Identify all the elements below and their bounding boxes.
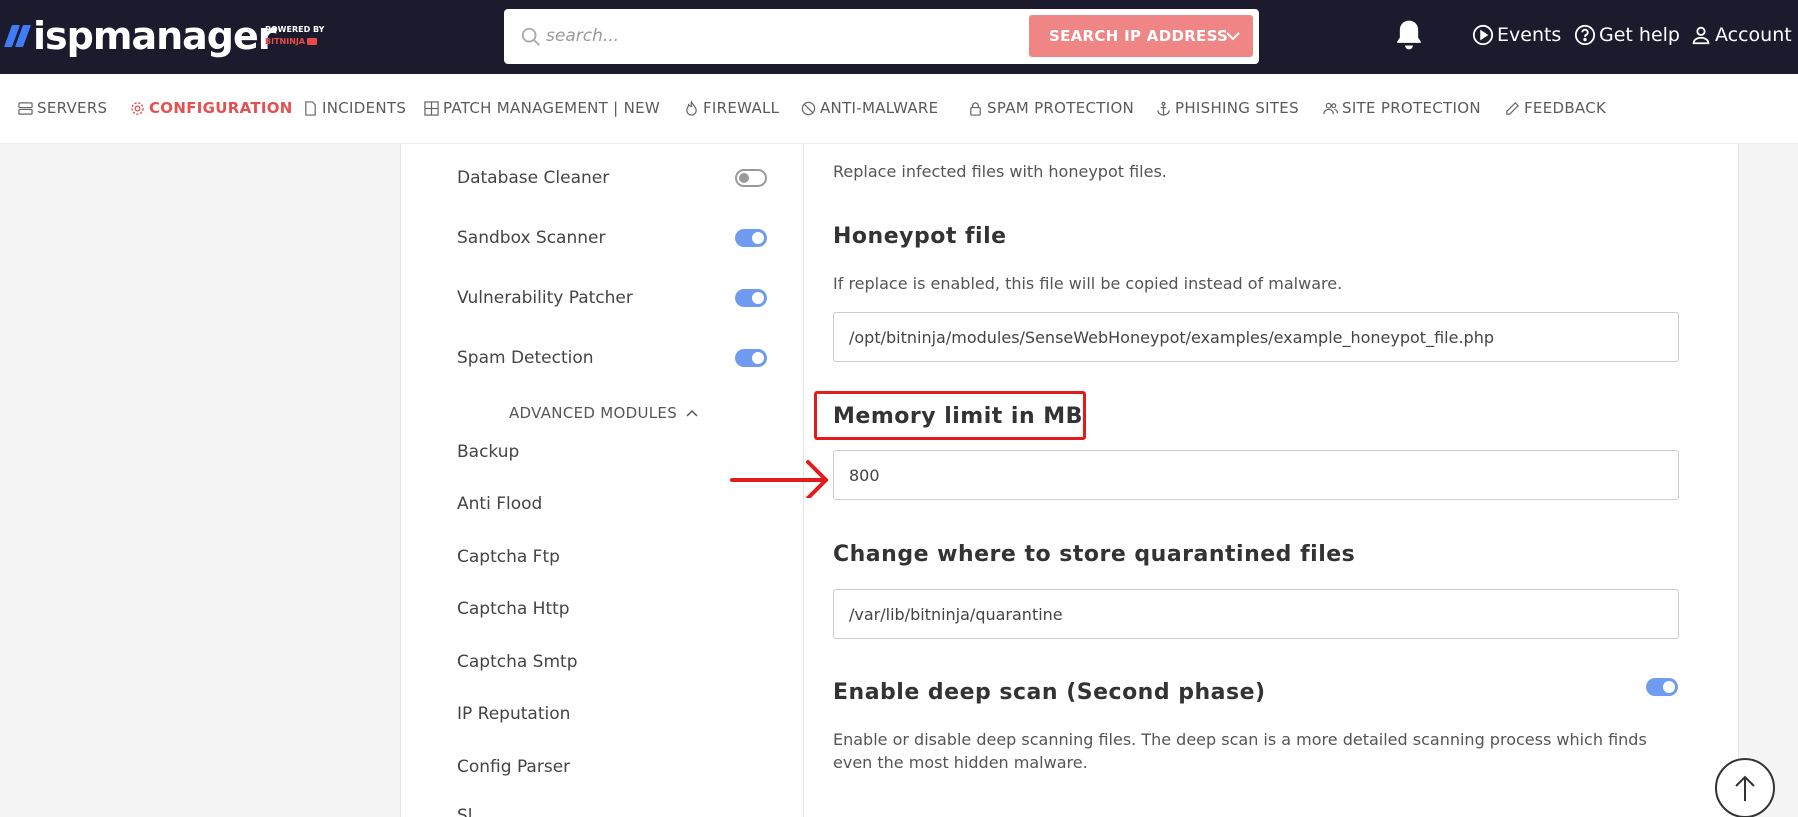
get-help-link[interactable]: Get help [1574, 22, 1680, 48]
deep-scan-description: Enable or disable deep scanning files. T… [833, 730, 1647, 772]
nav-configuration[interactable]: CONFIGURATION [130, 97, 293, 119]
advanced-item-anti-flood[interactable]: Anti Flood [457, 494, 542, 514]
lock-icon [970, 101, 981, 116]
nav-firewall[interactable]: FIREWALL [684, 97, 779, 119]
users-icon [1323, 102, 1338, 114]
nav-feedback-label: FEEDBACK [1524, 99, 1607, 117]
play-circle-icon [1472, 24, 1494, 46]
nav-anti-malware[interactable]: ANTI-MALWARE [801, 97, 938, 119]
account-label: Account [1715, 24, 1792, 46]
search-ip-button-label: SEARCH IP ADDRESS [1049, 27, 1229, 45]
search-bar: SEARCH IP ADDRESS [504, 9, 1259, 64]
account-link[interactable]: Account [1690, 22, 1792, 48]
nav-site-protection-label: SITE PROTECTION [1342, 99, 1481, 117]
module-spam-detection: Spam Detection [457, 343, 767, 373]
sandbox-scanner-toggle[interactable] [735, 229, 767, 247]
main-nav: SERVERS CONFIGURATION INCIDENTS PATCH MA… [0, 74, 1798, 144]
nav-patch-management[interactable]: PATCH MANAGEMENT | NEW [424, 97, 660, 119]
events-link[interactable]: Events [1472, 22, 1561, 48]
nav-anti-malware-label: ANTI-MALWARE [820, 99, 939, 117]
vulnerability-patcher-toggle[interactable] [735, 289, 767, 307]
powered-by-brand: BITNINJA [265, 37, 306, 46]
honeypot-title: Honeypot file [833, 224, 1007, 249]
search-icon [521, 27, 540, 46]
get-help-label: Get help [1599, 24, 1680, 46]
settings-panel: Replace infected files with honeypot fil… [804, 144, 1739, 817]
module-label: Sandbox Scanner [457, 228, 606, 248]
quarantine-title: Change where to store quarantined files [833, 542, 1356, 567]
advanced-modules-label: ADVANCED MODULES [509, 404, 678, 422]
advanced-item-partial[interactable]: Sl... [457, 806, 489, 817]
advanced-item-config-parser[interactable]: Config Parser [457, 757, 570, 777]
advanced-item-captcha-smtp[interactable]: Captcha Smtp [457, 652, 578, 672]
nav-feedback[interactable]: FEEDBACK [1505, 97, 1606, 119]
scroll-to-top-button[interactable] [1715, 758, 1775, 817]
bell-icon[interactable] [1393, 18, 1425, 52]
powered-by: POWERED BY BITNINJA [265, 24, 324, 48]
advanced-item-backup[interactable]: Backup [457, 442, 519, 462]
logo[interactable]: ispmanager [3, 14, 276, 58]
red-arrow-icon [730, 460, 828, 498]
module-sandbox-scanner: Sandbox Scanner [457, 223, 767, 253]
module-database-cleaner: Database Cleaner [457, 163, 767, 193]
events-label: Events [1497, 24, 1562, 46]
nav-configuration-label: CONFIGURATION [149, 99, 293, 117]
server-icon [18, 101, 33, 115]
logo-mark-icon [3, 25, 32, 47]
chevron-up-icon [686, 409, 698, 417]
nav-phishing-sites[interactable]: PHISHING SITES [1156, 97, 1299, 119]
nav-patch-management-label: PATCH MANAGEMENT | NEW [443, 99, 661, 117]
advanced-item-captcha-http[interactable]: Captcha Http [457, 599, 570, 619]
arrow-up-icon [1735, 775, 1755, 801]
module-label: Spam Detection [457, 348, 594, 368]
nav-incidents[interactable]: INCIDENTS [303, 97, 406, 119]
document-icon [305, 100, 316, 116]
nav-phishing-sites-label: PHISHING SITES [1175, 99, 1299, 117]
user-icon [1692, 26, 1710, 45]
module-label: Database Cleaner [457, 168, 610, 188]
database-cleaner-toggle[interactable] [735, 169, 767, 187]
search-input[interactable] [546, 21, 1006, 51]
nav-site-protection[interactable]: SITE PROTECTION [1323, 97, 1481, 119]
chevron-down-icon[interactable] [1225, 28, 1241, 44]
nav-servers[interactable]: SERVERS [18, 97, 107, 119]
honeypot-file-input[interactable] [833, 312, 1679, 362]
spam-detection-toggle[interactable] [735, 349, 767, 367]
top-bar: ispmanager POWERED BY BITNINJA SEARCH IP… [0, 0, 1798, 74]
memory-limit-input[interactable] [833, 450, 1679, 500]
fire-icon [686, 100, 697, 116]
module-label: Vulnerability Patcher [457, 288, 633, 308]
nav-firewall-label: FIREWALL [703, 99, 780, 117]
anchor-icon [1157, 101, 1170, 116]
logo-text: ispmanager [33, 14, 276, 58]
grid-icon [424, 100, 439, 116]
powered-by-label: POWERED BY [265, 25, 325, 34]
nav-incidents-label: INCIDENTS [322, 99, 407, 117]
nav-spam-protection[interactable]: SPAM PROTECTION [968, 97, 1134, 119]
gear-icon [131, 101, 144, 115]
highlight-box [814, 391, 1086, 440]
search-ip-button[interactable]: SEARCH IP ADDRESS [1029, 15, 1253, 57]
deep-scan-title: Enable deep scan (Second phase) [833, 680, 1266, 705]
quarantine-path-input[interactable] [833, 589, 1679, 639]
advanced-modules-toggle[interactable]: ADVANCED MODULES [509, 404, 699, 422]
honeypot-description: If replace is enabled, this file will be… [833, 274, 1343, 293]
bitninja-badge-icon [307, 38, 318, 45]
module-vulnerability-patcher: Vulnerability Patcher [457, 283, 767, 313]
question-circle-icon [1574, 24, 1596, 46]
advanced-item-captcha-ftp[interactable]: Captcha Ftp [457, 547, 560, 567]
deep-scan-toggle[interactable] [1646, 678, 1678, 696]
nav-spam-protection-label: SPAM PROTECTION [987, 99, 1135, 117]
advanced-item-ip-reputation[interactable]: IP Reputation [457, 704, 570, 724]
no-bug-icon [801, 101, 816, 115]
replace-description: Replace infected files with honeypot fil… [833, 162, 1167, 181]
nav-servers-label: SERVERS [37, 99, 108, 117]
pencil-icon [1506, 101, 1519, 115]
